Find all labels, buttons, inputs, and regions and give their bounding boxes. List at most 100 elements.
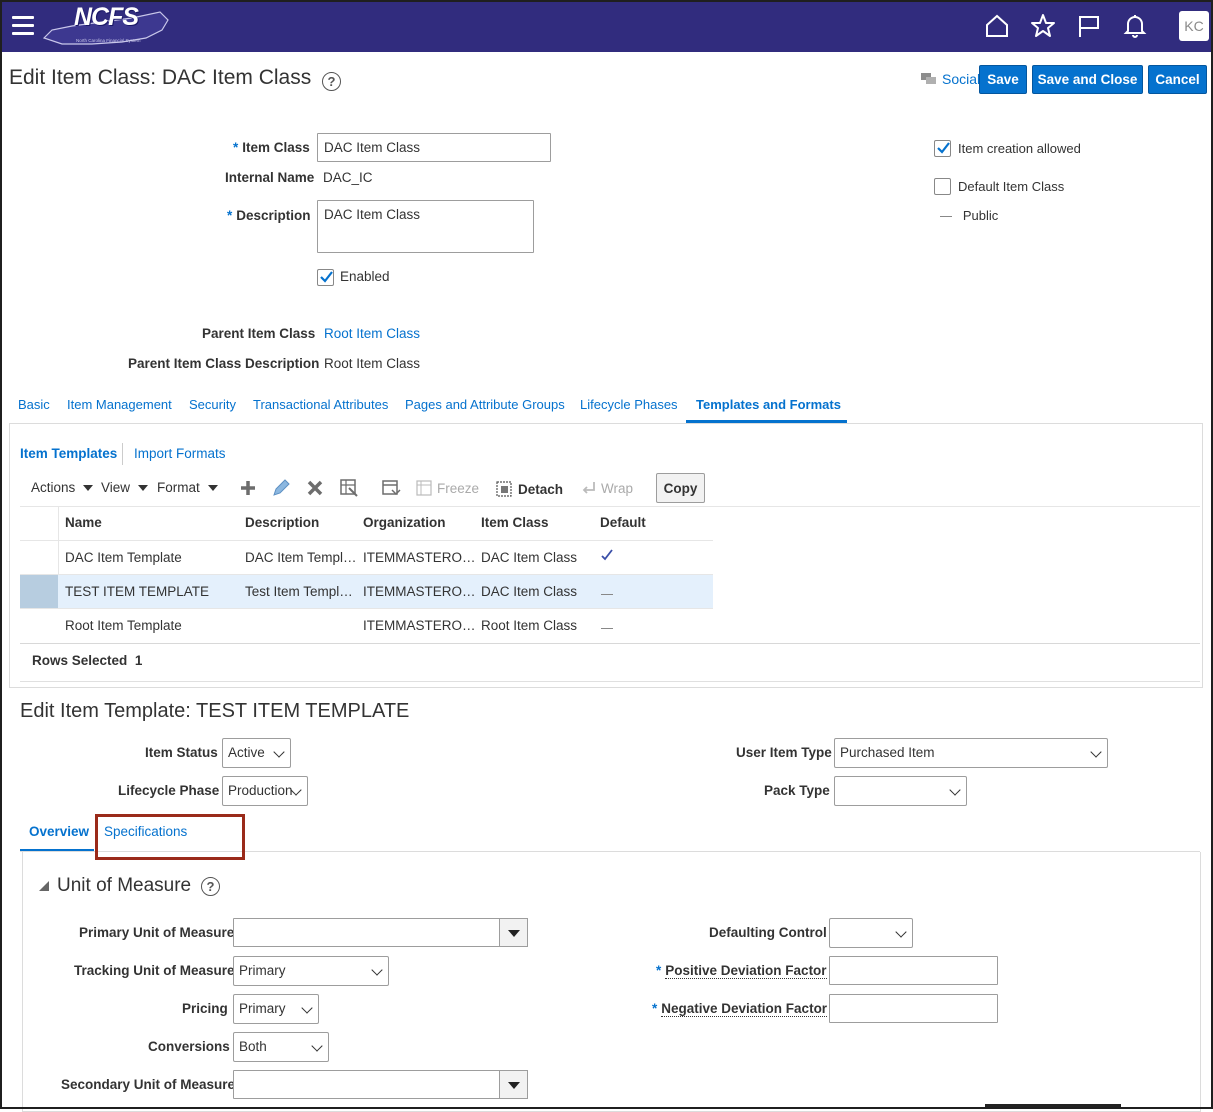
- social-icon: [921, 73, 936, 84]
- add-icon[interactable]: [239, 479, 257, 497]
- bell-icon[interactable]: [1121, 12, 1149, 40]
- pack-type-select[interactable]: [834, 776, 967, 806]
- item-creation-checkbox[interactable]: [934, 140, 951, 157]
- pricing-select[interactable]: Primary: [233, 994, 319, 1024]
- parent-desc-label: Parent Item Class Description: [128, 356, 320, 371]
- primary-uom-input[interactable]: [233, 918, 500, 947]
- description-textarea[interactable]: DAC Item Class: [317, 200, 534, 253]
- actions-menu[interactable]: Actions: [31, 480, 94, 495]
- help-icon[interactable]: ?: [322, 72, 341, 91]
- defaulting-control-label: Defaulting Control: [709, 925, 827, 940]
- tab-transactional-attributes[interactable]: Transactional Attributes: [253, 397, 388, 412]
- internal-name-label: Internal Name: [225, 170, 315, 185]
- delete-icon[interactable]: [306, 479, 324, 497]
- conversions-label: Conversions: [148, 1039, 230, 1054]
- pricing-label: Pricing: [182, 1001, 228, 1016]
- tab-item-management[interactable]: Item Management: [67, 397, 172, 412]
- freeze-button[interactable]: Freeze: [416, 480, 479, 496]
- social-link[interactable]: Social: [920, 71, 980, 87]
- cell-organization: ITEMMASTERO…: [363, 618, 476, 633]
- item-status-select[interactable]: Active: [222, 738, 291, 768]
- detach-icon: [496, 481, 512, 497]
- enabled-checkbox[interactable]: [317, 269, 334, 286]
- defaulting-control-select[interactable]: [829, 918, 913, 948]
- parent-item-class-link[interactable]: Root Item Class: [324, 326, 420, 341]
- item-status-label: Item Status: [145, 745, 218, 760]
- query-by-example-icon[interactable]: [339, 478, 359, 498]
- help-icon[interactable]: ?: [201, 877, 220, 896]
- default-item-class-label: Default Item Class: [958, 179, 1065, 194]
- subtab-item-templates[interactable]: Item Templates: [20, 446, 117, 461]
- home-icon[interactable]: [983, 12, 1011, 40]
- divider: [20, 681, 1200, 682]
- tracking-uom-label: Tracking Unit of Measure: [74, 963, 235, 978]
- subtab-import-formats[interactable]: Import Formats: [134, 446, 226, 461]
- cell-name: Root Item Template: [65, 618, 182, 633]
- social-label: Social: [942, 71, 981, 87]
- save-and-close-button[interactable]: Save and Close: [1032, 65, 1143, 94]
- cancel-button[interactable]: Cancel: [1148, 65, 1207, 94]
- view-menu[interactable]: View: [101, 480, 149, 495]
- wrap-button[interactable]: Wrap: [580, 480, 633, 496]
- tracking-uom-select[interactable]: Primary: [233, 956, 389, 986]
- col-header-name[interactable]: Name: [65, 515, 102, 530]
- tab-templates-and-formats[interactable]: Templates and Formats: [696, 397, 841, 412]
- flag-icon[interactable]: [1075, 12, 1103, 40]
- positive-deviation-input[interactable]: [829, 956, 998, 985]
- lifecycle-phase-select[interactable]: Production: [222, 776, 308, 806]
- internal-name-value: DAC_IC: [323, 170, 373, 185]
- copy-button[interactable]: Copy: [656, 473, 705, 503]
- conversions-select[interactable]: Both: [233, 1032, 329, 1062]
- overview-panel: [22, 852, 1201, 1112]
- primary-uom-dropdown-icon[interactable]: [499, 918, 528, 947]
- collapse-triangle-icon[interactable]: [38, 880, 50, 892]
- export-icon[interactable]: [381, 478, 401, 498]
- public-label: Public: [962, 208, 999, 223]
- table-row[interactable]: TEST ITEM TEMPLATE Test Item Templ… ITEM…: [20, 574, 713, 609]
- row-selector[interactable]: [20, 575, 58, 609]
- menu-icon[interactable]: [12, 16, 34, 36]
- star-icon[interactable]: [1029, 12, 1057, 40]
- cell-item-class: Root Item Class: [481, 618, 578, 633]
- save-button[interactable]: Save: [979, 65, 1027, 94]
- positive-deviation-label: * Positive Deviation Factor: [656, 963, 827, 979]
- format-menu[interactable]: Format: [157, 480, 218, 495]
- lifecycle-phase-label: Lifecycle Phase: [118, 783, 220, 798]
- col-header-organization[interactable]: Organization: [363, 515, 446, 530]
- default-check-icon: [601, 549, 613, 561]
- default-item-class-checkbox[interactable]: [934, 178, 951, 195]
- public-row: Public: [940, 208, 998, 223]
- uom-section-title: Unit of Measure: [57, 875, 192, 896]
- negative-deviation-input[interactable]: [829, 994, 998, 1023]
- tab-security[interactable]: Security: [189, 397, 236, 412]
- secondary-uom-input[interactable]: [233, 1070, 500, 1099]
- table-row[interactable]: DAC Item Template DAC Item Templ… ITEMMA…: [20, 540, 713, 574]
- col-header-default[interactable]: Default: [600, 515, 646, 530]
- col-header-item-class[interactable]: Item Class: [481, 515, 549, 530]
- cell-organization: ITEMMASTERO…: [363, 550, 476, 565]
- rows-selected: Rows Selected 1: [32, 653, 143, 668]
- cell-organization: ITEMMASTERO…: [363, 584, 476, 599]
- user-avatar[interactable]: KC: [1179, 11, 1209, 41]
- user-item-type-select[interactable]: Purchased Item: [834, 738, 1108, 768]
- item-class-input[interactable]: DAC Item Class: [317, 133, 551, 162]
- table-bottom-border: [20, 643, 1200, 644]
- detach-button[interactable]: Detach: [495, 480, 563, 498]
- pack-type-label: Pack Type: [764, 783, 830, 798]
- edit-icon[interactable]: [271, 478, 291, 498]
- user-item-type-label: User Item Type: [736, 745, 832, 760]
- global-header: North Carolina Financial System NCFS KC: [0, 0, 1213, 52]
- table-top-border: [20, 506, 1200, 507]
- table-row[interactable]: Root Item Template ITEMMASTERO… Root Ite…: [20, 608, 713, 642]
- secondary-uom-dropdown-icon[interactable]: [499, 1070, 528, 1099]
- template-edit-title: Edit Item Template: TEST ITEM TEMPLATE: [20, 700, 410, 722]
- dash-icon: [940, 216, 952, 218]
- item-creation-label: Item creation allowed: [958, 141, 1081, 156]
- tab-basic[interactable]: Basic: [18, 397, 50, 412]
- tab-overview[interactable]: Overview: [29, 824, 89, 839]
- cell-description: DAC Item Templ…: [245, 550, 357, 565]
- tab-pages-and-attribute-groups[interactable]: Pages and Attribute Groups: [405, 397, 565, 412]
- tab-lifecycle-phases[interactable]: Lifecycle Phases: [580, 397, 678, 412]
- parent-desc-value: Root Item Class: [324, 356, 421, 371]
- col-header-description[interactable]: Description: [245, 515, 319, 530]
